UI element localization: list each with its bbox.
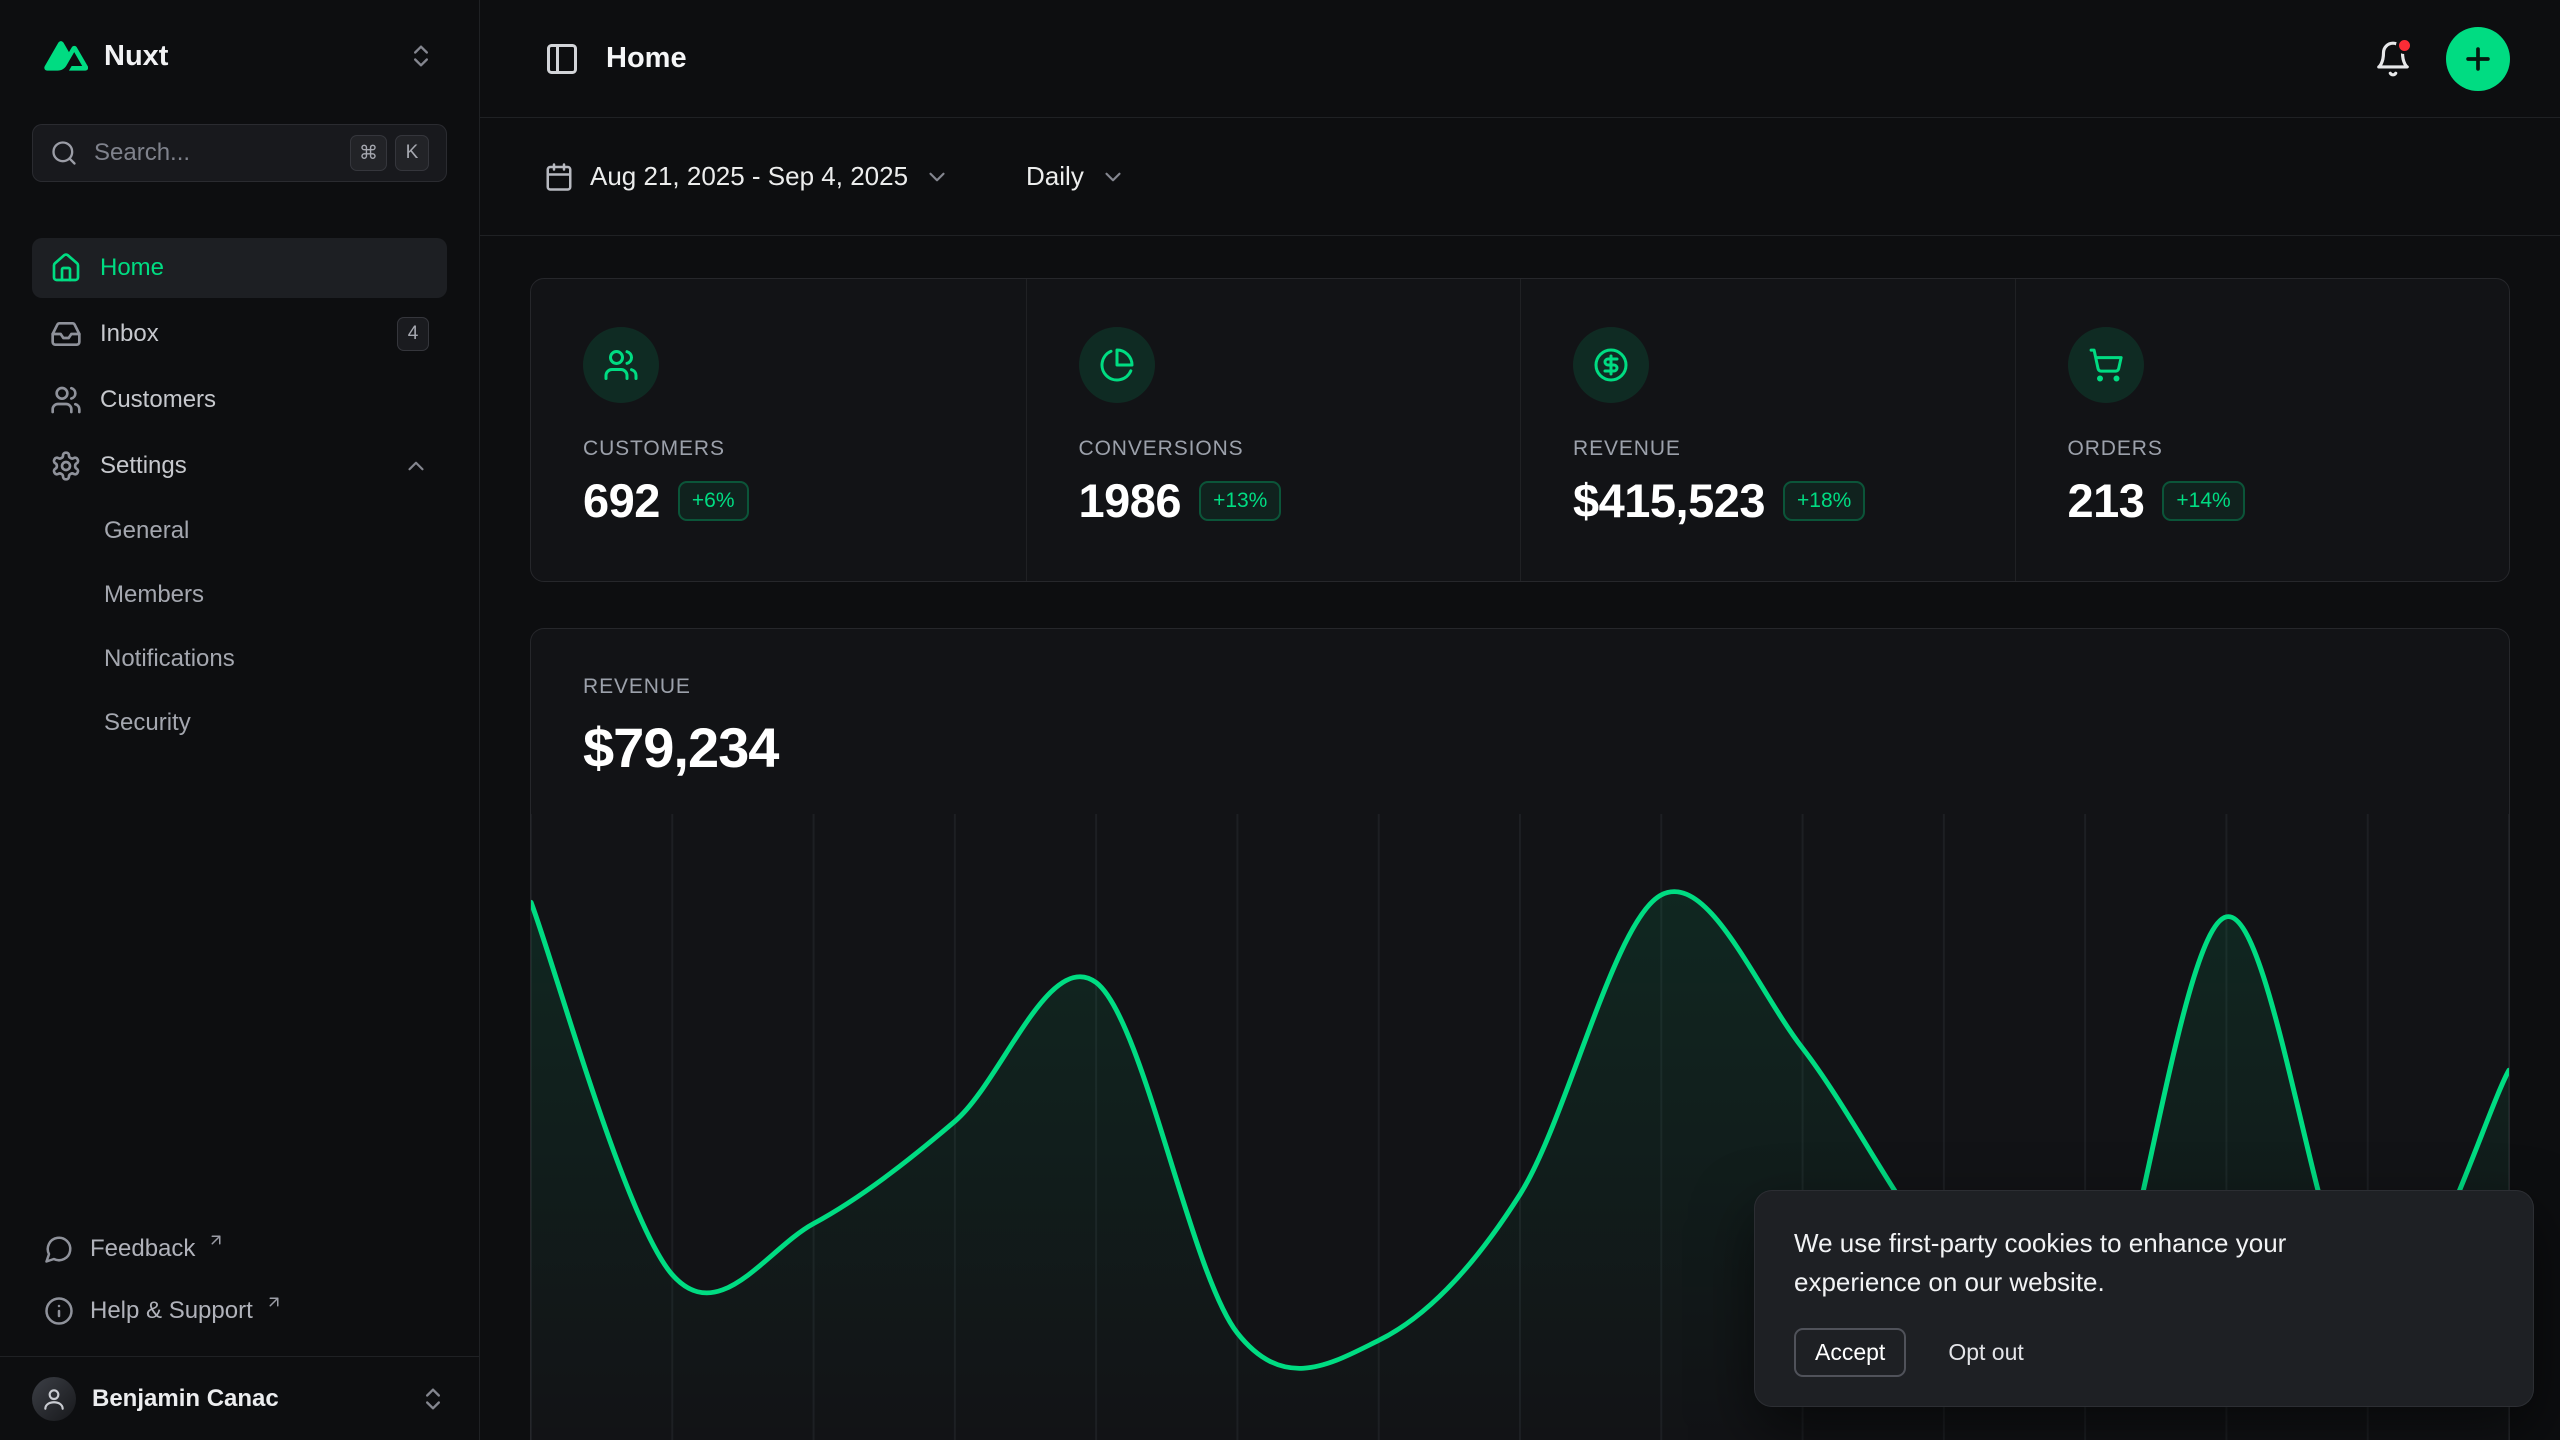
stat-label: CONVERSIONS	[1079, 437, 1469, 461]
plus-icon	[2461, 42, 2495, 76]
circle-dollar-icon	[1573, 327, 1649, 403]
sidebar-toggle-button[interactable]	[544, 41, 580, 77]
search-icon	[50, 139, 78, 167]
sidebar-item-customers[interactable]: Customers	[32, 370, 447, 430]
notification-dot	[2396, 37, 2413, 54]
revenue-chart-header: REVENUE $79,234	[531, 629, 2509, 780]
revenue-chart-total: $79,234	[583, 715, 2457, 780]
avatar	[32, 1377, 76, 1421]
sidebar-item-security[interactable]: Security	[32, 694, 447, 752]
search-placeholder: Search...	[94, 139, 334, 167]
page-header: Home	[480, 0, 2560, 118]
kbd-k: K	[395, 135, 429, 171]
user-name: Benjamin Canac	[92, 1385, 403, 1413]
users-icon	[50, 384, 82, 416]
sidebar-item-inbox[interactable]: Inbox 4	[32, 304, 447, 364]
chevron-down-icon	[924, 164, 950, 190]
inbox-icon	[50, 318, 82, 350]
optout-cookies-button[interactable]: Opt out	[1948, 1328, 2023, 1377]
help-support-link[interactable]: Help & Support	[32, 1280, 447, 1342]
message-circle-icon	[44, 1234, 74, 1264]
stat-label: REVENUE	[1573, 437, 1963, 461]
chevrons-up-down-icon	[407, 42, 435, 70]
sidebar-footer: Feedback Help & Support	[32, 1218, 447, 1356]
stat-delta-badge: +18%	[1783, 481, 1865, 521]
stat-cell-orders[interactable]: ORDERS 213 +14%	[2015, 279, 2510, 581]
revenue-chart-label: REVENUE	[583, 675, 2457, 699]
chevron-down-icon	[1100, 164, 1126, 190]
stat-label: ORDERS	[2068, 437, 2458, 461]
sidebar-item-label: Inbox	[100, 320, 159, 348]
period-select[interactable]: Daily	[1026, 161, 1126, 192]
sidebar: Nuxt Search... ⌘ K Home	[0, 0, 480, 1440]
date-range-value: Aug 21, 2025 - Sep 4, 2025	[590, 161, 908, 192]
sidebar-item-label: Customers	[100, 386, 216, 414]
stats-card: CUSTOMERS 692 +6% CONVERSIONS 1986 +13%	[530, 278, 2510, 582]
sidebar-item-notifications[interactable]: Notifications	[32, 630, 447, 688]
nuxt-logo-icon	[44, 41, 88, 71]
stat-delta-badge: +14%	[2162, 481, 2244, 521]
accept-cookies-button[interactable]: Accept	[1794, 1328, 1906, 1377]
stat-cell-conversions[interactable]: CONVERSIONS 1986 +13%	[1026, 279, 1521, 581]
stat-cell-revenue[interactable]: REVENUE $415,523 +18%	[1520, 279, 2015, 581]
sidebar-item-label: Settings	[100, 452, 187, 480]
search-kbd-hints: ⌘ K	[350, 135, 429, 171]
external-link-icon	[207, 1231, 225, 1249]
feedback-link[interactable]: Feedback	[32, 1218, 447, 1280]
stat-value: $415,523	[1573, 473, 1765, 528]
period-value: Daily	[1026, 161, 1084, 192]
filters-toolbar: Aug 21, 2025 - Sep 4, 2025 Daily	[480, 118, 2560, 236]
panel-left-icon	[544, 41, 580, 77]
settings-subnav: General Members Notifications Security	[32, 502, 447, 752]
notifications-button[interactable]	[2374, 40, 2412, 78]
external-link-icon	[265, 1293, 283, 1311]
info-circle-icon	[44, 1296, 74, 1326]
sidebar-item-label: Home	[100, 254, 164, 282]
add-button[interactable]	[2446, 27, 2510, 91]
workspace-name: Nuxt	[104, 40, 391, 73]
page-title: Home	[606, 42, 687, 75]
cookie-actions: Accept Opt out	[1794, 1328, 2494, 1377]
kbd-cmd: ⌘	[350, 135, 387, 171]
chevron-up-icon	[403, 453, 429, 479]
workspace-switcher[interactable]: Nuxt	[32, 22, 447, 90]
cookie-consent-toast: We use first-party cookies to enhance yo…	[1754, 1190, 2534, 1407]
stat-delta-badge: +6%	[678, 481, 749, 521]
help-support-label: Help & Support	[90, 1297, 253, 1325]
calendar-icon	[544, 162, 574, 192]
stat-label: CUSTOMERS	[583, 437, 974, 461]
sidebar-item-settings[interactable]: Settings	[32, 436, 447, 496]
header-actions	[2374, 27, 2510, 91]
search-input[interactable]: Search... ⌘ K	[32, 124, 447, 182]
gear-icon	[50, 450, 82, 482]
users-icon	[583, 327, 659, 403]
feedback-label: Feedback	[90, 1235, 195, 1263]
cookie-message: We use first-party cookies to enhance yo…	[1794, 1224, 2374, 1302]
user-menu[interactable]: Benjamin Canac	[0, 1356, 479, 1440]
sidebar-item-home[interactable]: Home	[32, 238, 447, 298]
chevrons-up-down-icon	[419, 1385, 447, 1413]
sidebar-item-members[interactable]: Members	[32, 566, 447, 624]
date-range-picker[interactable]: Aug 21, 2025 - Sep 4, 2025	[544, 161, 950, 192]
stat-cell-customers[interactable]: CUSTOMERS 692 +6%	[531, 279, 1026, 581]
house-icon	[50, 252, 82, 284]
pie-chart-icon	[1079, 327, 1155, 403]
stat-value: 692	[583, 473, 660, 528]
stat-value: 1986	[1079, 473, 1182, 528]
stat-value: 213	[2068, 473, 2145, 528]
stat-delta-badge: +13%	[1199, 481, 1281, 521]
sidebar-nav: Home Inbox 4 Customers Settings	[32, 238, 447, 752]
inbox-count-badge: 4	[397, 317, 429, 351]
cart-icon	[2068, 327, 2144, 403]
sidebar-item-general[interactable]: General	[32, 502, 447, 560]
